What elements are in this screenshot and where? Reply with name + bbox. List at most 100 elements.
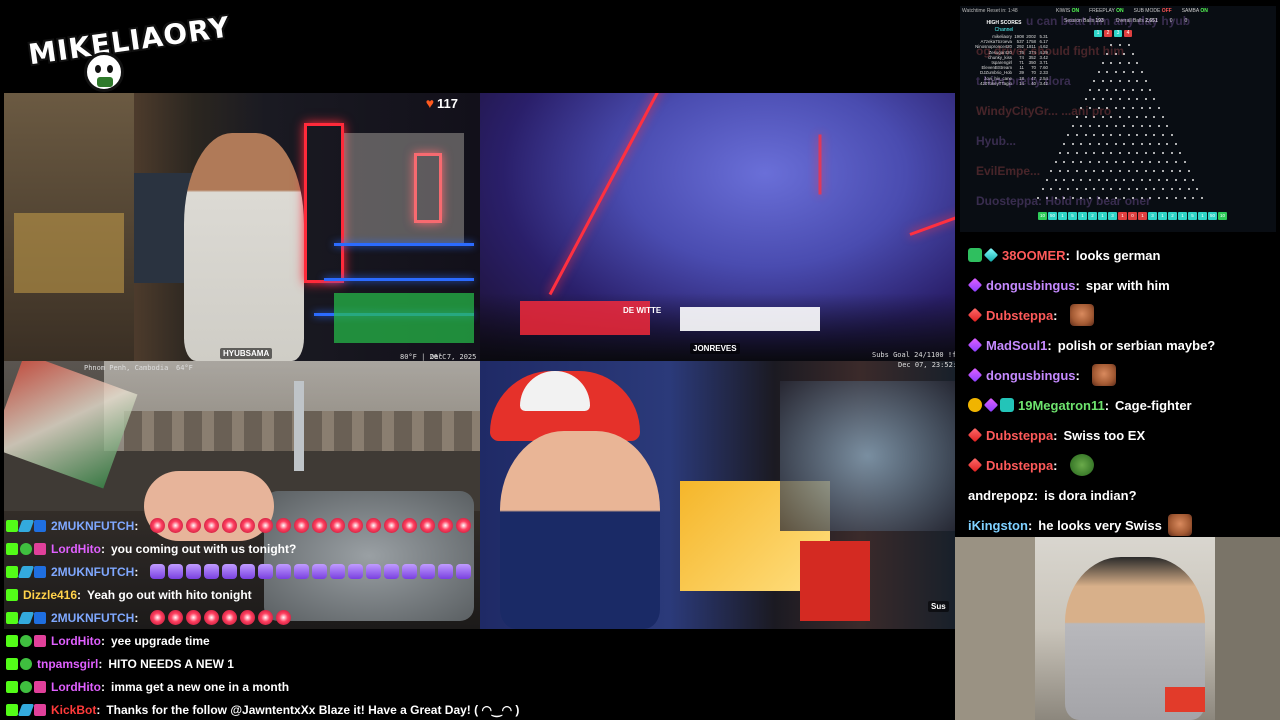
chat-username[interactable]: MadSoul1 xyxy=(986,338,1047,353)
plinko-slot: 1 xyxy=(1078,212,1087,220)
peg xyxy=(1076,188,1078,190)
chat-message: LordHito: you coming out with us tonight? xyxy=(6,537,946,560)
date-readout: Dec 07, 23:52:22 xyxy=(898,361,955,369)
emote-icon xyxy=(330,518,346,533)
emote-icon xyxy=(330,564,346,579)
chat-message: MadSoul1: polish or serbian maybe? xyxy=(967,330,1278,360)
peg xyxy=(1144,152,1147,154)
emote-icon xyxy=(240,610,256,625)
peg xyxy=(1179,152,1182,154)
peg xyxy=(1149,143,1152,145)
plinko-slot: 3 xyxy=(1108,212,1117,220)
peg xyxy=(1149,89,1152,91)
emote-icon xyxy=(150,564,166,579)
emote-icon xyxy=(186,518,202,533)
peg xyxy=(1131,143,1134,145)
chat-text: looks german xyxy=(1075,247,1161,263)
chat-username[interactable]: 2MUKNFUTCH xyxy=(51,611,134,625)
peg xyxy=(1114,143,1117,145)
emote-icon xyxy=(348,564,364,579)
plinko-slot: 1 xyxy=(1098,212,1107,220)
chat-username[interactable]: tnpamsgirl xyxy=(37,657,98,671)
faucet xyxy=(294,381,304,471)
chat-username[interactable]: dongusbingus xyxy=(986,368,1076,383)
peg xyxy=(1114,89,1117,91)
emote-icon xyxy=(222,518,238,533)
user-badges xyxy=(6,588,18,601)
peg xyxy=(1131,71,1134,73)
plinko-slot: 5 xyxy=(1068,212,1077,220)
chat-username[interactable]: andrepopz xyxy=(968,488,1034,503)
chat-username[interactable]: Dizzle416 xyxy=(23,588,77,602)
emote-icon xyxy=(348,518,364,533)
vip-badge-icon xyxy=(34,542,46,555)
emote-icon xyxy=(384,564,400,579)
k-badge-icon xyxy=(6,565,18,578)
chat-username[interactable]: LordHito xyxy=(51,680,101,694)
peg xyxy=(1131,53,1134,55)
peg xyxy=(1157,179,1160,181)
chat-message: LordHito: yee upgrade time xyxy=(6,629,946,652)
peg xyxy=(1131,161,1134,163)
peg xyxy=(1076,134,1078,136)
chat-username[interactable]: LordHito xyxy=(51,634,101,648)
peg xyxy=(1157,107,1160,109)
neon-sign xyxy=(304,123,344,283)
chat-username[interactable]: Dubsteppa xyxy=(986,308,1053,323)
peg xyxy=(1200,197,1203,199)
peg xyxy=(1058,152,1061,154)
peg xyxy=(1162,152,1164,154)
emote-icon xyxy=(456,564,472,579)
emote-icon xyxy=(186,564,202,579)
chat-username[interactable]: dongusbingus xyxy=(986,278,1076,293)
peg xyxy=(1174,179,1177,181)
chat-username[interactable]: iKingston xyxy=(968,518,1028,533)
peg xyxy=(1166,161,1169,163)
chat-username[interactable]: KickBot xyxy=(51,703,96,717)
peg xyxy=(1136,188,1139,190)
chat-text: polish or serbian maybe? xyxy=(1057,337,1216,353)
bottom-chat-panel: 2MUKNFUTCH: LordHito: you coming out with … xyxy=(6,514,946,720)
emote-icon xyxy=(294,564,310,579)
peg xyxy=(1144,116,1147,118)
chat-username[interactable]: LordHito xyxy=(51,542,101,556)
k-badge-icon xyxy=(6,519,18,532)
peg xyxy=(1071,161,1074,163)
peg xyxy=(1166,179,1169,181)
peg xyxy=(1192,197,1195,199)
chat-message: 19Megatron11: Cage-fighter xyxy=(968,390,1278,420)
peg xyxy=(1071,143,1074,145)
peg xyxy=(1166,197,1169,199)
chat-username[interactable]: Dubsteppa xyxy=(986,428,1053,443)
webcam-streamer[interactable] xyxy=(955,537,1280,720)
emote-icon xyxy=(258,564,274,579)
emote-spam xyxy=(150,564,472,579)
face-emote-icon xyxy=(1091,364,1116,386)
channel-logo: MIKELIAORY xyxy=(26,10,232,94)
emote-icon xyxy=(222,564,238,579)
peg xyxy=(1153,134,1156,136)
peg xyxy=(1101,62,1104,64)
chat-message: dongusbingus: spar with him xyxy=(967,270,1278,300)
chat-username[interactable]: Dubsteppa xyxy=(986,458,1053,473)
plinko-slot: 1 xyxy=(1178,212,1187,220)
peg xyxy=(1170,170,1173,172)
chat-username[interactable]: 19Megatron11 xyxy=(1018,398,1105,413)
chat-message: tnpamsgirl: HITO NEEDS A NEW 1 xyxy=(6,652,946,675)
peg xyxy=(1183,197,1186,199)
chat-username[interactable]: 2MUKNFUTCH xyxy=(51,519,134,533)
stream-feed-concert[interactable]: DE WITTE JONREVES Subs Goal 24/1100 !fir… xyxy=(480,93,955,361)
peg xyxy=(1093,98,1096,100)
chat-username[interactable]: 38OOMER xyxy=(1002,248,1066,263)
user-badges xyxy=(6,611,46,624)
peg xyxy=(1054,161,1057,163)
stream-feed-street[interactable]: ♥117 HYUBSAMA 80°F | 26°C Dec 7, 2025 23… xyxy=(4,93,480,361)
user-badges xyxy=(967,427,983,443)
leaf-badge-icon xyxy=(20,657,32,670)
chat-username[interactable]: 2MUKNFUTCH xyxy=(51,565,134,579)
user-badges xyxy=(6,703,46,716)
ghost-chat-line: Duosteppa: Hold my bear oner xyxy=(976,194,1151,208)
peg xyxy=(1101,134,1104,136)
peg xyxy=(1166,125,1169,127)
emote-icon xyxy=(240,518,256,533)
